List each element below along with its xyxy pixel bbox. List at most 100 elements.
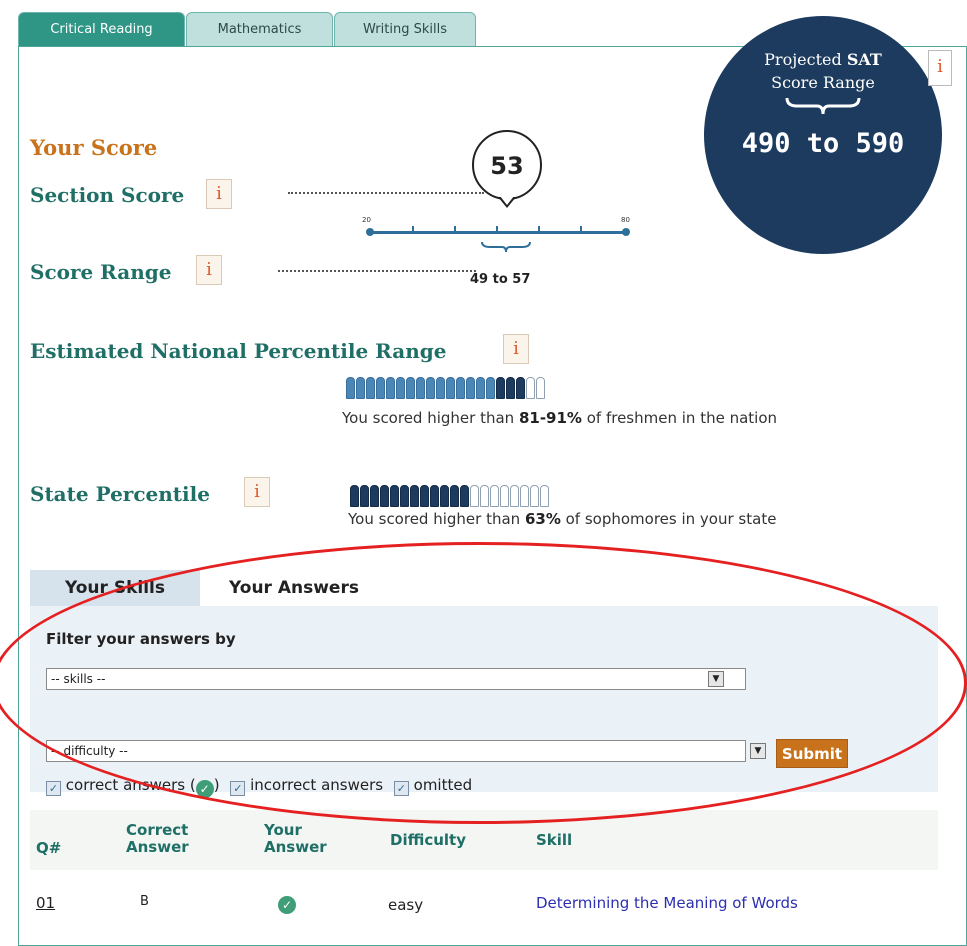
scale-tick [412,226,414,232]
person-icon [416,377,425,399]
person-icon [376,377,385,399]
person-icon [536,377,545,399]
state-text-post: of sophomores in your state [560,510,777,528]
person-icon [360,485,369,507]
state-text-pre: You scored higher than [348,510,525,528]
col-header-difficulty: Difficulty [390,831,466,849]
check-circle-icon: ✓ [278,896,296,914]
scale-max-label: 80 [621,216,630,224]
score-range-value: 49 to 57 [470,272,531,287]
table-row: 01 B ✓ easy Determining the Meaning of W… [30,880,938,920]
person-icon [496,377,505,399]
person-icon [460,485,469,507]
col-header-correct-answer: Correct Answer [126,821,189,856]
correct-answer-cell: B [140,894,149,909]
scale-tick [538,226,540,232]
person-icon [356,377,365,399]
person-icon [366,377,375,399]
person-icon [520,485,529,507]
national-text-pre: You scored higher than [342,409,519,427]
sat-range-value: 490 to 590 [741,128,905,159]
col-header-your-answer: Your Answer [264,821,327,856]
range-brace-icon [481,241,531,253]
scale-start-dot [366,228,374,236]
scale-min-label: 20 [362,216,371,224]
tab-writing-skills[interactable]: Writing Skills [334,12,476,47]
person-icon [430,485,439,507]
col-header-skill: Skill [536,831,573,849]
sat-title-pre: Projected [764,50,847,69]
scale-end-dot [622,228,630,236]
section-score-info-icon[interactable]: i [206,179,232,209]
bubble-tail-inner [500,196,514,205]
sat-title-line1: Projected SAT [704,50,942,69]
national-text-bold: 81-91% [518,409,582,427]
highlight-ellipse [0,542,967,824]
your-answer-cell: ✓ [278,892,296,914]
person-icon [386,377,395,399]
score-range-leader [278,270,476,272]
score-bubble: 53 [472,130,542,200]
person-icon [380,485,389,507]
national-text-post: of freshmen in the nation [581,409,778,427]
person-icon [420,485,429,507]
person-icon [440,485,449,507]
section-score-label: Section Score [30,183,185,207]
score-scale-line [370,231,626,234]
state-percentile-pictogram [350,485,549,507]
person-icon [510,485,519,507]
score-range-info-icon[interactable]: i [196,255,222,285]
person-icon [436,377,445,399]
scale-tick [496,226,498,232]
person-icon [486,377,495,399]
section-score-leader [288,192,484,194]
person-icon [406,377,415,399]
skill-link[interactable]: Determining the Meaning of Words [536,894,798,912]
sat-title-bold: SAT [846,50,882,69]
person-icon [400,485,409,507]
person-icon [500,485,509,507]
difficulty-cell: easy [388,896,424,914]
person-icon [540,485,549,507]
person-icon [390,485,399,507]
person-icon [530,485,539,507]
person-icon [370,485,379,507]
person-icon [526,377,535,399]
tab-mathematics[interactable]: Mathematics [186,12,333,47]
state-text-bold: 63% [524,510,561,528]
person-icon [466,377,475,399]
person-icon [476,377,485,399]
state-percentile-info-icon[interactable]: i [244,477,270,507]
national-percentile-info-icon[interactable]: i [503,334,529,364]
national-percentile-label: Estimated National Percentile Range [30,339,447,363]
question-number-link[interactable]: 01 [36,894,55,912]
person-icon [456,377,465,399]
person-icon [450,485,459,507]
your-score-title: Your Score [30,135,158,160]
person-icon [410,485,419,507]
scale-tick [454,226,456,232]
projected-sat-badge: Projected SAT Score Range 490 to 590 [704,16,942,254]
score-range-label: Score Range [30,260,172,284]
person-icon [350,485,359,507]
national-percentile-text: You scored higher than 81-91% of freshme… [342,409,777,427]
person-icon [346,377,355,399]
person-icon [506,377,515,399]
national-percentile-pictogram [346,377,545,399]
sat-brace-icon [785,97,861,115]
state-percentile-text: You scored higher than 63% of sophomores… [348,510,776,528]
sat-info-icon[interactable]: i [928,50,952,86]
person-icon [396,377,405,399]
person-icon [516,377,525,399]
correct-answers-checkbox[interactable]: ✓ [46,781,61,796]
person-icon [480,485,489,507]
person-icon [490,485,499,507]
person-icon [470,485,479,507]
state-percentile-label: State Percentile [30,482,210,506]
person-icon [426,377,435,399]
sat-title-line2: Score Range [771,73,875,92]
scale-tick [580,226,582,232]
person-icon [446,377,455,399]
col-header-q: Q# [36,839,62,857]
tab-critical-reading[interactable]: Critical Reading [18,12,185,47]
